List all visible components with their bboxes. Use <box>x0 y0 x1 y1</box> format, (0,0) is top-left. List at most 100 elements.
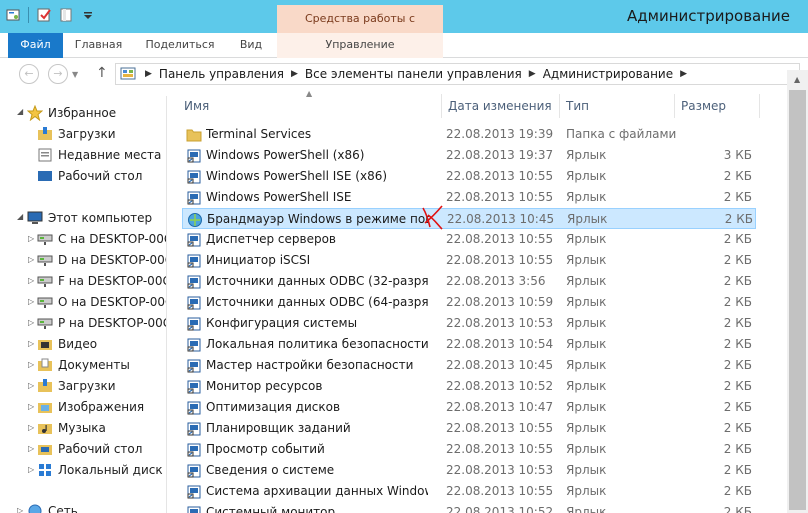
tree-favorites[interactable]: Избранное <box>27 102 116 123</box>
expand-icon[interactable]: ▷ <box>28 318 34 327</box>
tree-label: Музыка <box>58 420 106 435</box>
table-row[interactable]: Windows PowerShell ISE 22.08.2013 10:55 Яр… <box>182 187 756 208</box>
new-folder-icon[interactable] <box>57 6 75 24</box>
table-row[interactable]: Диспетчер серверов 22.08.2013 10:55 Ярлык 2… <box>182 229 756 250</box>
tree-documents[interactable]: Документы <box>37 354 130 375</box>
file-date: 22.08.2013 10:55 <box>446 421 554 435</box>
table-row[interactable]: Локальная политика безопасности 22.08.201… <box>182 334 756 355</box>
expand-icon[interactable]: ▷ <box>28 339 34 348</box>
properties-icon[interactable] <box>4 6 22 24</box>
collapse-this-pc-icon[interactable]: ◢ <box>17 212 23 221</box>
tree-drive-f[interactable]: F на DESKTOP-00GB <box>37 270 166 291</box>
shortcut-icon <box>187 254 201 268</box>
table-row[interactable]: Оптимизация дисков 22.08.2013 10:47 Ярлык 2… <box>182 397 756 418</box>
recent-locations-dropdown[interactable]: ▼ <box>72 70 78 79</box>
tree-music[interactable]: Музыка <box>37 417 106 438</box>
file-name: Конфигурация системы <box>206 316 358 330</box>
table-row[interactable]: Конфигурация системы 22.08.2013 10:53 Ярлы… <box>182 313 756 334</box>
shortcut-icon <box>187 506 201 513</box>
file-size <box>676 124 752 145</box>
expand-icon[interactable]: ▷ <box>28 234 34 243</box>
table-row[interactable]: Источники данных ODBC (64-разрядна... 22.… <box>182 292 756 313</box>
tree-recent-places[interactable]: Недавние места <box>37 144 161 165</box>
tree-desktop-favorite[interactable]: Рабочий стол <box>37 165 142 186</box>
tab-manage[interactable]: Управление <box>277 33 443 58</box>
tree-drive-p[interactable]: P на DESKTOP-00GB <box>37 312 166 333</box>
scrollbar-thumb[interactable] <box>789 90 806 510</box>
tab-file[interactable]: Файл <box>8 33 63 58</box>
table-row[interactable]: Системный монитор 22.08.2013 10:52 Ярлык 2 … <box>182 502 756 513</box>
breadcrumb-separator[interactable]: ▶ <box>529 69 536 79</box>
breadcrumb-separator[interactable]: ▶ <box>145 69 152 79</box>
address-bar[interactable]: ▶ Панель управления ▶ Все элементы панел… <box>115 63 800 85</box>
table-row[interactable]: Планировщик заданий 22.08.2013 10:55 Ярлык… <box>182 418 756 439</box>
column-header-type[interactable]: Тип <box>560 94 675 118</box>
file-type: Ярлык <box>566 169 607 183</box>
expand-icon[interactable]: ▷ <box>28 276 34 285</box>
breadcrumb-control-panel[interactable]: Панель управления <box>159 67 284 81</box>
breadcrumb-administration[interactable]: Администрирование <box>543 67 673 81</box>
table-row[interactable]: Просмотр событий 22.08.2013 10:55 Ярлык 2 К… <box>182 439 756 460</box>
breadcrumb-separator[interactable]: ▶ <box>680 69 687 79</box>
tree-downloads[interactable]: Загрузки <box>37 375 116 396</box>
expand-icon[interactable]: ▷ <box>28 381 34 390</box>
column-header-date[interactable]: Дата изменения <box>442 94 560 118</box>
tree-label: Рабочий стол <box>58 168 143 183</box>
expand-icon[interactable]: ▷ <box>28 465 34 474</box>
tree-pictures[interactable]: Изображения <box>37 396 144 417</box>
table-row[interactable]: Источники данных ODBC (32-разрядна... 22.… <box>182 271 756 292</box>
tree-videos[interactable]: Видео <box>37 333 97 354</box>
file-type: Папка с файлами <box>566 127 676 141</box>
scroll-up-arrow-icon[interactable]: ▲ <box>794 75 800 84</box>
table-row[interactable]: Инициатор iSCSI 22.08.2013 10:55 Ярлык 2 КБ <box>182 250 756 271</box>
column-header-size[interactable]: Размер <box>675 94 760 118</box>
network-drive-icon <box>37 318 53 329</box>
tab-home[interactable]: Главная <box>70 33 127 58</box>
properties-check-icon[interactable] <box>35 6 53 24</box>
table-row[interactable]: Windows PowerShell (x86) 22.08.2013 19:37… <box>182 145 756 166</box>
tree-label: Загрузки <box>58 378 116 393</box>
column-header-name[interactable]: Имя <box>178 94 442 118</box>
tree-downloads-favorite[interactable]: Загрузки <box>37 123 116 144</box>
vertical-scrollbar[interactable]: ▲ <box>787 70 808 513</box>
file-size: 2 КБ <box>723 358 752 372</box>
expand-icon[interactable]: ▷ <box>28 255 34 264</box>
table-row[interactable]: Terminal Services 22.08.2013 19:39 Папка с… <box>182 124 756 145</box>
tree-drive-d[interactable]: D на DESKTOP-00GB <box>37 249 166 270</box>
tree-this-pc[interactable]: Этот компьютер <box>27 207 152 228</box>
table-row[interactable]: Сведения о системе 22.08.2013 10:53 Ярлык 2… <box>182 460 756 481</box>
file-size: 2 КБ <box>723 253 752 267</box>
title-bar: Средства работы с ярлыками Администриров… <box>0 0 808 53</box>
expand-icon[interactable]: ▷ <box>28 423 34 432</box>
table-row[interactable]: Система архивации данных Windows S... 22.… <box>182 481 756 502</box>
expand-icon[interactable]: ▷ <box>28 444 34 453</box>
back-button[interactable]: ← <box>19 64 39 84</box>
tree-drive-o[interactable]: O на DESKTOP-00GB <box>37 291 166 312</box>
table-row[interactable]: Windows PowerShell ISE (x86) 22.08.2013 1… <box>182 166 756 187</box>
file-date: 22.08.2013 19:39 <box>446 127 554 141</box>
expand-icon[interactable]: ▷ <box>28 360 34 369</box>
tree-network[interactable]: Сеть <box>27 500 78 513</box>
shortcut-icon <box>187 359 201 373</box>
up-button[interactable]: ↑ <box>96 65 108 81</box>
table-row[interactable]: Мастер настройки безопасности 22.08.2013 … <box>182 355 756 376</box>
collapse-favorites-icon[interactable]: ◢ <box>17 107 23 116</box>
tree-desktop[interactable]: Рабочий стол <box>37 438 142 459</box>
breadcrumb-all-items[interactable]: Все элементы панели управления <box>305 67 522 81</box>
table-row[interactable]: Брандмауэр Windows в режиме повы... 22.08… <box>182 208 756 229</box>
file-type: Ярлык <box>566 442 607 456</box>
tree-label: O на DESKTOP-00GB <box>58 294 166 309</box>
tree-label: P на DESKTOP-00GB <box>58 315 166 330</box>
customize-toolbar-icon[interactable] <box>79 6 97 24</box>
file-type: Ярлык <box>566 379 607 393</box>
tab-view[interactable]: Вид <box>230 33 272 58</box>
expand-icon[interactable]: ▷ <box>28 297 34 306</box>
breadcrumb-separator[interactable]: ▶ <box>291 69 298 79</box>
expand-network-icon[interactable]: ▷ <box>17 506 23 513</box>
tree-drive-c[interactable]: C на DESKTOP-00GB <box>37 228 166 249</box>
expand-icon[interactable]: ▷ <box>28 402 34 411</box>
tab-share[interactable]: Поделиться <box>137 33 223 58</box>
forward-button[interactable]: → <box>48 64 68 84</box>
table-row[interactable]: Монитор ресурсов 22.08.2013 10:52 Ярлык 2 К… <box>182 376 756 397</box>
tree-local-disk-c[interactable]: Локальный диск (C: <box>37 459 166 480</box>
